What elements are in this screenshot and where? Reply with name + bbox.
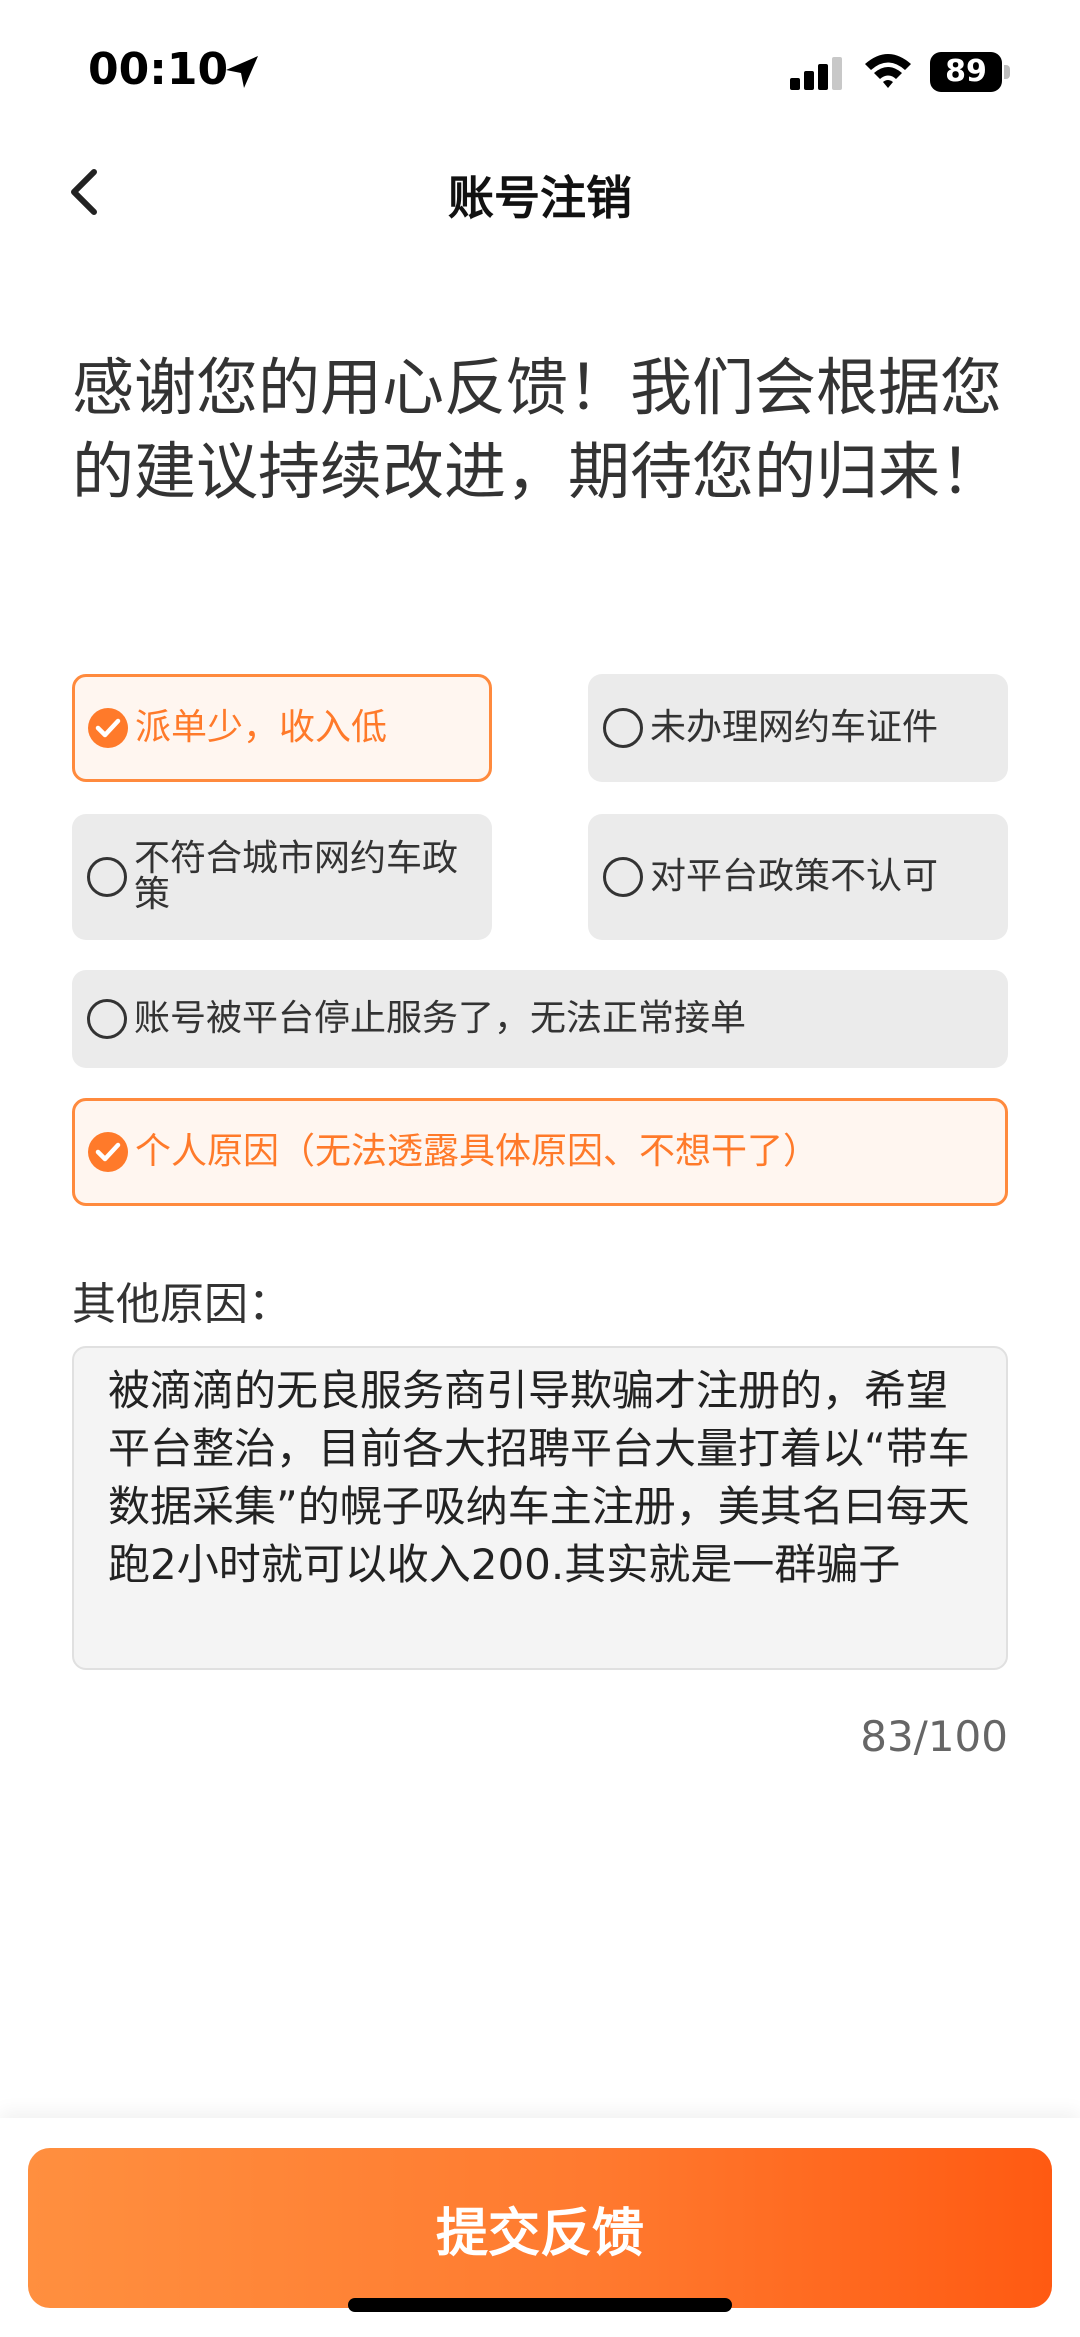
option-label: 派单少，收入低 xyxy=(135,707,388,748)
battery-icon: 89 xyxy=(930,52,1010,92)
submit-feedback-button[interactable]: 提交反馈 xyxy=(28,2148,1052,2308)
battery-level: 89 xyxy=(930,52,1002,92)
page-title: 账号注销 xyxy=(448,171,632,225)
status-bar: 00:10 89 xyxy=(0,0,1080,140)
radio-unchecked-icon xyxy=(603,857,643,897)
option-no-license[interactable]: 未办理网约车证件 xyxy=(588,674,1008,782)
battery-cap xyxy=(1004,65,1010,79)
checked-circle-icon xyxy=(88,708,128,748)
radio-unchecked-icon xyxy=(87,999,127,1039)
option-personal-reason[interactable]: 个人原因（无法透露具体原因、不想干了） xyxy=(72,1098,1008,1206)
option-disagree-policy[interactable]: 对平台政策不认可 xyxy=(588,814,1008,940)
option-label: 个人原因（无法透露具体原因、不想干了） xyxy=(135,1131,820,1172)
option-label: 对平台政策不认可 xyxy=(650,856,939,897)
nav-bar: 账号注销 xyxy=(0,140,1080,240)
radio-unchecked-icon xyxy=(87,857,127,897)
option-low-orders[interactable]: 派单少，收入低 xyxy=(72,674,492,782)
other-reason-textarea[interactable]: 被滴滴的无良服务商引导欺骗才注册的，希望平台整治，目前各大招聘平台大量打着以“带… xyxy=(72,1346,1008,1670)
location-arrow-icon xyxy=(226,56,258,88)
option-city-policy[interactable]: 不符合城市网约车政策 xyxy=(72,814,492,940)
option-label: 未办理网约车证件 xyxy=(650,707,939,748)
radio-unchecked-icon xyxy=(603,708,643,748)
wifi-icon xyxy=(865,54,911,88)
other-reason-label: 其他原因： xyxy=(72,1279,292,1330)
option-label: 不符合城市网约车政策 xyxy=(134,838,459,915)
signal-icon xyxy=(790,57,842,90)
option-label: 账号被平台停止服务了，无法正常接单 xyxy=(134,998,747,1039)
char-counter: 83/100 xyxy=(860,1712,1008,1761)
checked-circle-icon xyxy=(88,1132,128,1172)
status-time: 00:10 xyxy=(88,44,229,95)
thanks-message: 感谢您的用心反馈！我们会根据您的建议持续改进，期待您的归来！ xyxy=(72,351,1003,508)
option-account-suspended[interactable]: 账号被平台停止服务了，无法正常接单 xyxy=(72,970,1008,1068)
home-indicator[interactable] xyxy=(348,2298,732,2312)
